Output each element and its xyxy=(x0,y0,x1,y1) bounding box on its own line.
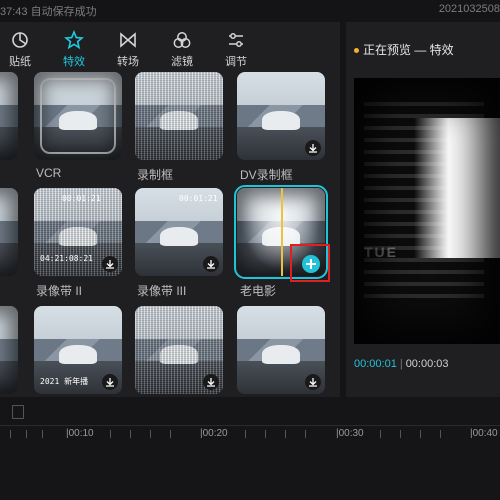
sticker-icon xyxy=(12,32,28,48)
title-bar: 37:43 自动保存成功 2021032508 xyxy=(0,0,500,22)
tab-label: 转场 xyxy=(117,56,139,68)
effect-thumbnail[interactable] xyxy=(0,72,18,160)
effect-thumbnail-tape-3[interactable]: 00:01:21 xyxy=(135,188,223,276)
timeline-ruler[interactable]: |00:10 |00:20 |00:30 |00:40 xyxy=(0,427,500,447)
effect-label: 老电影 xyxy=(240,284,277,298)
download-icon[interactable] xyxy=(305,374,321,390)
preview-panel: 正在预览 — 特效 TUE 00:00:01 | 00:00:03 xyxy=(346,22,500,397)
tab-effects[interactable]: 特效 xyxy=(52,28,96,68)
download-icon[interactable] xyxy=(102,256,118,272)
tape-timestamp: 00:01:21 xyxy=(62,194,101,203)
category-tabs: 贴纸 特效 转场 滤镜 调节 xyxy=(0,22,340,70)
tab-stickers[interactable]: 贴纸 xyxy=(0,28,42,68)
new-year-caption: 2021 新年播 xyxy=(40,377,89,386)
ruler-label: |00:30 xyxy=(336,428,364,439)
effect-thumbnail-vcr[interactable] xyxy=(34,72,122,160)
project-name: 2021032508 xyxy=(438,3,500,15)
effect-label: 录像带 II xyxy=(36,284,83,298)
preview-canvas[interactable]: TUE xyxy=(354,78,500,344)
ruler-label: |00:40 xyxy=(470,428,498,439)
effects-grid: VCR 录制框 DV录制框 00:01:21 04:21:08:21 00:01… xyxy=(0,70,340,397)
ruler-label: |00:20 xyxy=(200,428,228,439)
effect-thumbnail-record-frame[interactable] xyxy=(135,72,223,160)
effects-star-icon xyxy=(64,30,84,50)
download-icon[interactable] xyxy=(203,374,219,390)
download-icon[interactable] xyxy=(102,374,118,390)
effect-thumbnail[interactable] xyxy=(135,306,223,394)
tape-timestamp: 00:01:21 xyxy=(179,194,218,203)
tab-label: 贴纸 xyxy=(9,56,31,68)
effect-label: VCR xyxy=(36,166,62,180)
effect-thumbnail-tape-2[interactable]: 00:01:21 04:21:08:21 xyxy=(34,188,122,276)
download-icon[interactable] xyxy=(203,256,219,272)
preview-title-text: 正在预览 — 特效 xyxy=(363,43,454,57)
effect-thumbnail[interactable] xyxy=(0,306,18,394)
total-time: 00:00:03 xyxy=(405,358,449,370)
tab-adjust[interactable]: 调节 xyxy=(214,28,258,68)
tape-timestamp: 04:21:08:21 xyxy=(40,254,93,263)
time-separator: | xyxy=(399,358,403,370)
tab-transitions[interactable]: 转场 xyxy=(106,28,150,68)
effect-label: 录像带 III xyxy=(137,284,187,298)
download-icon[interactable] xyxy=(305,140,321,156)
status-dot xyxy=(354,48,359,54)
ruler-label: |00:10 xyxy=(66,428,94,439)
effect-label: 录制框 xyxy=(137,168,174,182)
preview-title: 正在预览 — 特效 xyxy=(354,41,454,58)
media-panel: 贴纸 特效 转场 滤镜 调节 VCR 录制框 DV录制框 00:01:21 04… xyxy=(0,22,340,397)
tab-filters[interactable]: 滤镜 xyxy=(160,28,204,68)
autosave-status: 37:43 自动保存成功 xyxy=(0,6,97,18)
adjust-sliders-icon xyxy=(229,33,243,47)
transition-icon xyxy=(120,32,136,48)
current-time: 00:00:01 xyxy=(354,358,397,370)
effect-label: DV录制框 xyxy=(240,168,293,182)
effect-thumbnail-dv-record-frame[interactable] xyxy=(237,72,325,160)
timeline-toolbar xyxy=(0,397,500,426)
delete-icon[interactable] xyxy=(12,405,24,419)
effect-thumbnail[interactable] xyxy=(237,306,325,394)
tab-label: 特效 xyxy=(63,56,85,68)
effect-thumbnail-new-year[interactable]: 2021 新年播 xyxy=(34,306,122,394)
preview-playhead xyxy=(281,188,283,276)
timeline-area: |00:10 |00:20 |00:30 |00:40 xyxy=(0,397,500,500)
effect-thumbnail[interactable] xyxy=(0,188,18,276)
tab-label: 调节 xyxy=(225,56,247,68)
filter-icon xyxy=(173,32,191,48)
timecode: 00:00:01 | 00:00:03 xyxy=(354,358,449,370)
highlight-box xyxy=(290,244,330,282)
tab-label: 滤镜 xyxy=(171,56,193,68)
